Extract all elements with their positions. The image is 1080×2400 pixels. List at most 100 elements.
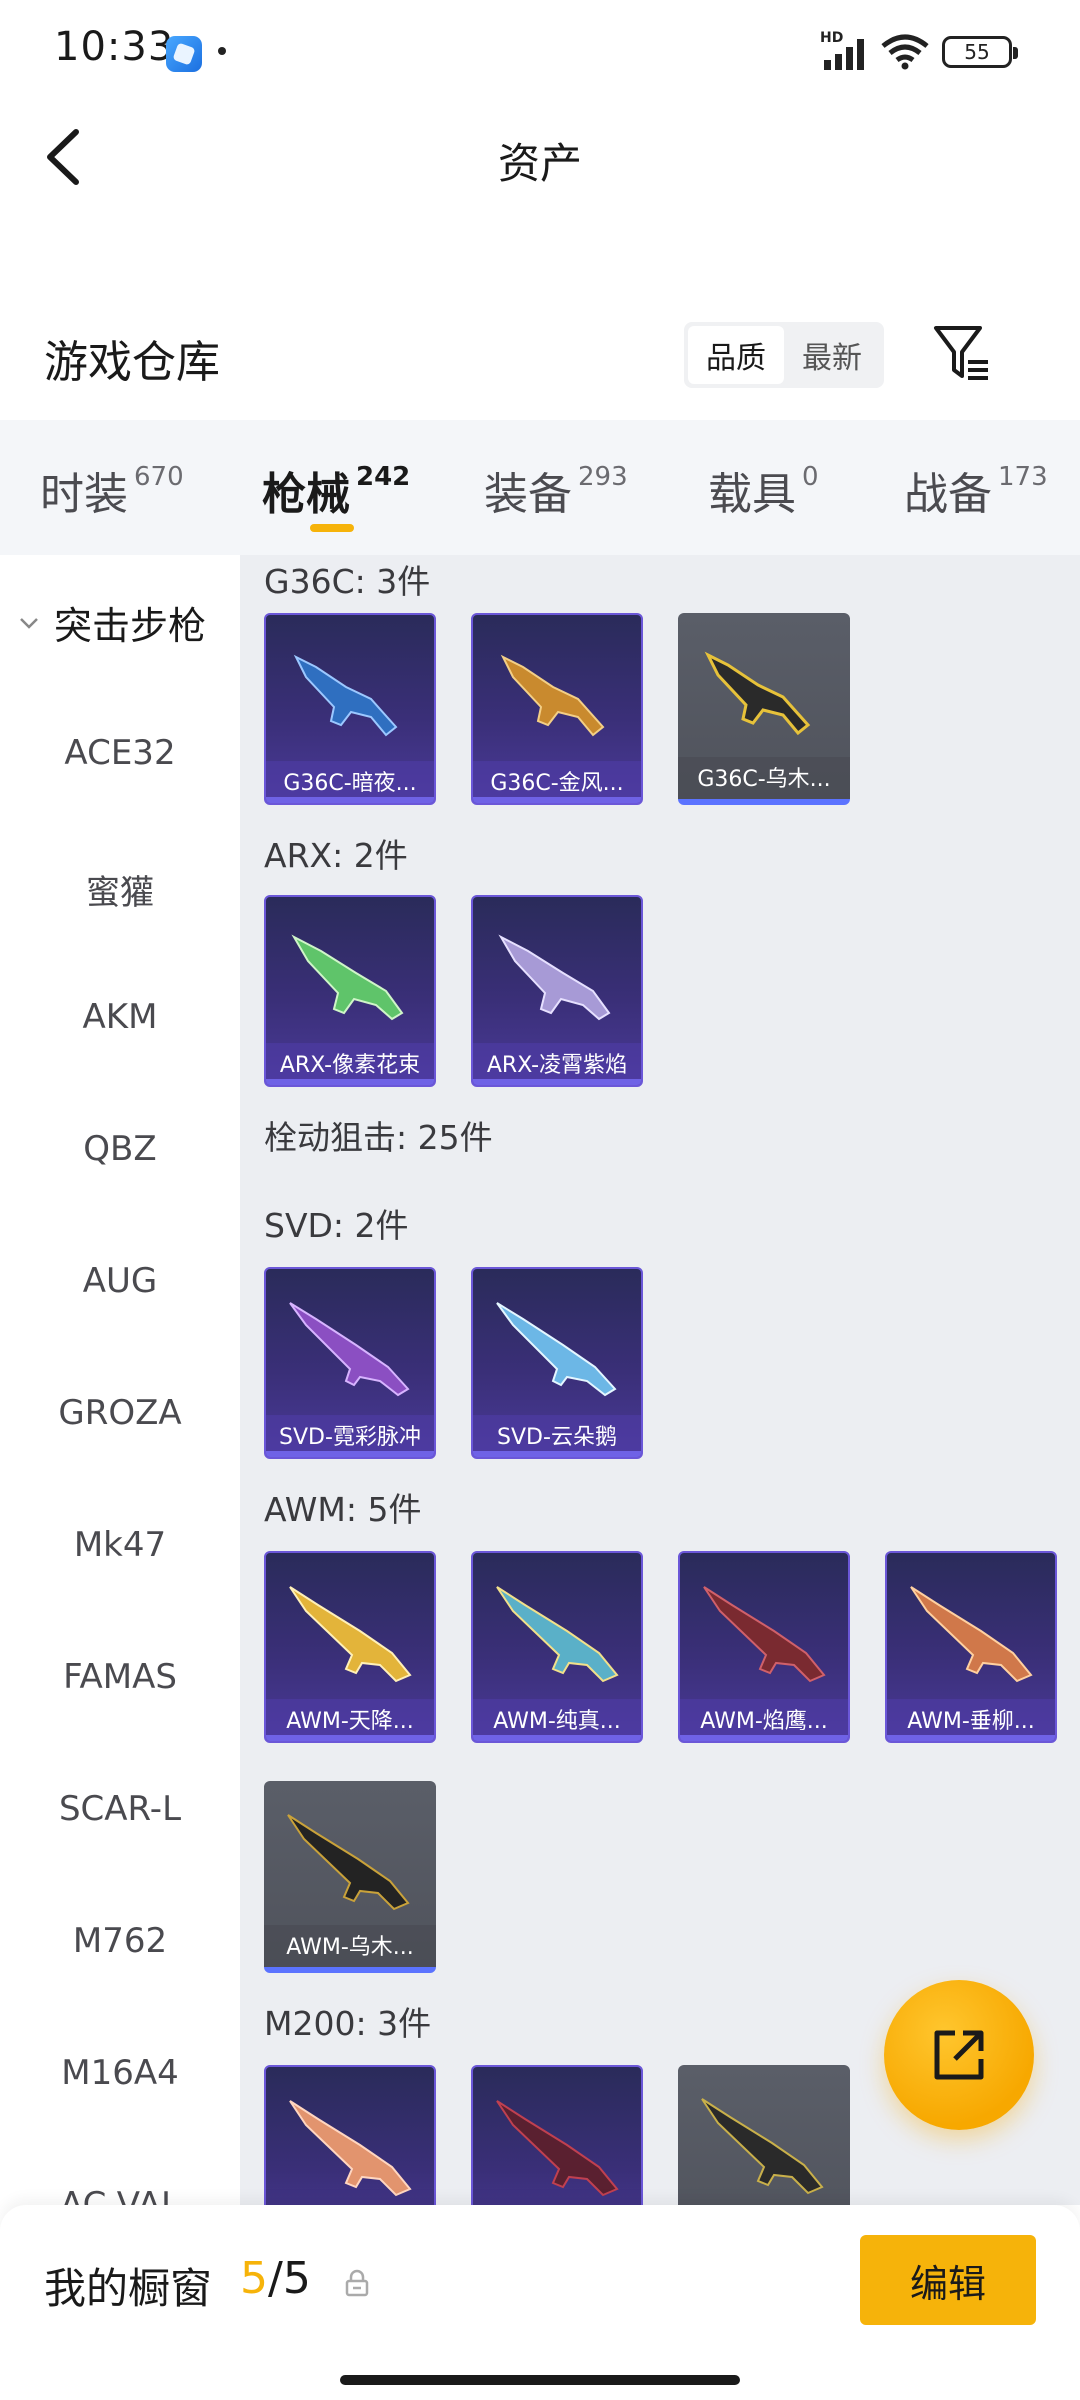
weapon-name: G36C-乌木... (697, 767, 831, 792)
battery-icon: 55 (942, 36, 1018, 68)
filter-icon[interactable] (932, 320, 992, 386)
sniper-rifle-icon (289, 1302, 410, 1397)
app-header: 资产 (0, 100, 1080, 220)
tab-label: 装备 (484, 469, 572, 520)
tab-label: 战备 (904, 469, 992, 520)
sidebar-group-assault-rifles[interactable]: 突击步枪 (18, 595, 206, 650)
tab-label: 时装 (40, 469, 128, 520)
weapon-card[interactable]: SVD-霓彩脉冲 (264, 1267, 436, 1459)
status-time: 10:33 (54, 24, 175, 70)
sidebar-item-akm[interactable]: AKM (0, 997, 240, 1037)
section-svd-label: SVD: 2件 (264, 1206, 409, 1245)
rifle-icon (291, 934, 404, 1021)
sniper-rifle-icon (701, 2098, 824, 2195)
sniper-rifle-icon (910, 1586, 1033, 1683)
weapon-card[interactable]: ARX-像素花束 (264, 895, 436, 1087)
rifle-icon (704, 651, 811, 736)
showcase-count: 5/5 (240, 2253, 311, 2304)
showcase-max: 5 (282, 2253, 311, 2304)
rifle-icon (293, 654, 398, 737)
sniper-rifle-icon (496, 1586, 619, 1683)
sort-toggle: 品质 最新 (684, 322, 884, 388)
tab-fashion[interactable]: 时装 670 (40, 458, 184, 522)
weapon-card[interactable]: ARX-凌霄紫焰 (471, 895, 643, 1087)
tab-supplies[interactable]: 战备 173 (904, 458, 1048, 522)
weapon-name: G36C-暗夜... (283, 771, 417, 796)
weapon-card[interactable]: SVD-云朵鹅 (471, 1267, 643, 1459)
sidebar-item-famas[interactable]: FAMAS (0, 1657, 240, 1697)
sort-quality-option[interactable]: 品质 (688, 326, 784, 384)
sidebar-item-m16a4[interactable]: M16A4 (0, 2053, 240, 2093)
showcase-separator: / (268, 2253, 283, 2304)
tab-count: 293 (578, 462, 628, 492)
sort-newest-option[interactable]: 最新 (784, 326, 880, 384)
home-indicator (340, 2375, 740, 2385)
rifle-icon (498, 934, 611, 1021)
tab-count: 670 (134, 462, 184, 492)
sidebar-group-label: 突击步枪 (54, 604, 207, 648)
share-button[interactable] (884, 1980, 1034, 2130)
sidebar-item-scar-l[interactable]: SCAR-L (0, 1789, 240, 1829)
tab-count: 173 (998, 462, 1048, 492)
weapon-name: ARX-凌霄紫焰 (486, 1053, 628, 1078)
sidebar-item-aug[interactable]: AUG (0, 1261, 240, 1301)
tab-vehicles[interactable]: 载具 0 (708, 458, 819, 522)
app-notification-icon (166, 36, 202, 72)
weapon-card[interactable]: G36C-乌木... (678, 613, 850, 805)
section-arx-label: ARX: 2件 (264, 836, 408, 875)
edit-button[interactable]: 编辑 (860, 2235, 1036, 2325)
sidebar-item-qbz[interactable]: QBZ (0, 1129, 240, 1169)
section-awm-label: AWM: 5件 (264, 1490, 422, 1529)
weapon-card[interactable]: AWM-天降... (264, 1551, 436, 1743)
weapon-name: G36C-金风... (490, 771, 624, 796)
weapon-card[interactable]: AWM-垂柳... (885, 1551, 1057, 1743)
battery-level: 55 (964, 40, 990, 64)
weapon-name: SVD-云朵鹅 (497, 1425, 617, 1450)
sniper-rifle-icon (289, 2100, 412, 2197)
sidebar-item-honey-badger[interactable]: 蜜獾 (0, 865, 240, 914)
tab-count: 242 (356, 462, 411, 492)
weapon-name: ARX-像素花束 (279, 1053, 421, 1078)
sidebar-item-mk47[interactable]: Mk47 (0, 1525, 240, 1565)
lock-icon (345, 2269, 369, 2297)
weapon-card[interactable] (678, 2065, 850, 2205)
share-icon (934, 2030, 984, 2080)
weapon-card[interactable]: AWM-乌木... (264, 1781, 436, 1973)
weapon-name: AWM-天降... (286, 1709, 414, 1734)
tab-count: 0 (802, 462, 819, 492)
weapon-type-sidebar: 突击步枪 ACE32 蜜獾 AKM QBZ AUG GROZA Mk47 FAM… (0, 555, 240, 2205)
weapon-name: AWM-纯真... (493, 1709, 621, 1734)
weapon-name: AWM-乌木... (286, 1935, 414, 1960)
status-bar: 10:33 HD 55 (0, 0, 1080, 100)
sniper-rifle-icon (496, 1302, 617, 1397)
sniper-rifle-icon (703, 1586, 826, 1683)
rifle-icon (500, 654, 605, 737)
warehouse-title: 游戏仓库 (44, 337, 220, 388)
weapon-name: AWM-垂柳... (907, 1709, 1035, 1734)
weapon-card[interactable]: AWM-焰鹰... (678, 1551, 850, 1743)
weapon-grid: G36C: 3件 G36C-暗夜... G36C-金风... G36C-乌木..… (240, 555, 1080, 2205)
showcase-title: 我的橱窗 (44, 2264, 213, 2313)
sidebar-item-ace32[interactable]: ACE32 (0, 733, 240, 773)
sniper-rifle-icon (289, 1586, 412, 1683)
weapon-card[interactable]: G36C-金风... (471, 613, 643, 805)
showcase-current: 5 (240, 2253, 268, 2304)
category-tabs: 时装 670 枪械 242 装备 293 载具 0 战备 173 (0, 420, 1080, 555)
weapon-card[interactable] (264, 2065, 436, 2205)
tab-firearms[interactable]: 枪械 242 (262, 458, 410, 522)
tab-label: 载具 (708, 469, 796, 520)
sidebar-item-ac-val[interactable]: AC-VAL (0, 2185, 240, 2205)
signal-icon (824, 39, 864, 70)
weapon-card[interactable]: G36C-暗夜... (264, 613, 436, 805)
sidebar-item-groza[interactable]: GROZA (0, 1393, 240, 1433)
bottom-bar: 我的橱窗 5/5 编辑 (0, 2205, 1080, 2400)
sniper-rifle-icon (287, 1814, 410, 1911)
weapon-card[interactable]: AWM-纯真... (471, 1551, 643, 1743)
section-m200-label: M200: 3件 (264, 2004, 432, 2043)
section-bolt-action-label: 栓动狙击: 25件 (264, 1118, 493, 1157)
sniper-rifle-icon (496, 2100, 619, 2197)
weapon-card[interactable] (471, 2065, 643, 2205)
sidebar-item-m762[interactable]: M762 (0, 1921, 240, 1961)
tab-equipment[interactable]: 装备 293 (484, 458, 628, 522)
section-g36c-label: G36C: 3件 (264, 562, 431, 601)
